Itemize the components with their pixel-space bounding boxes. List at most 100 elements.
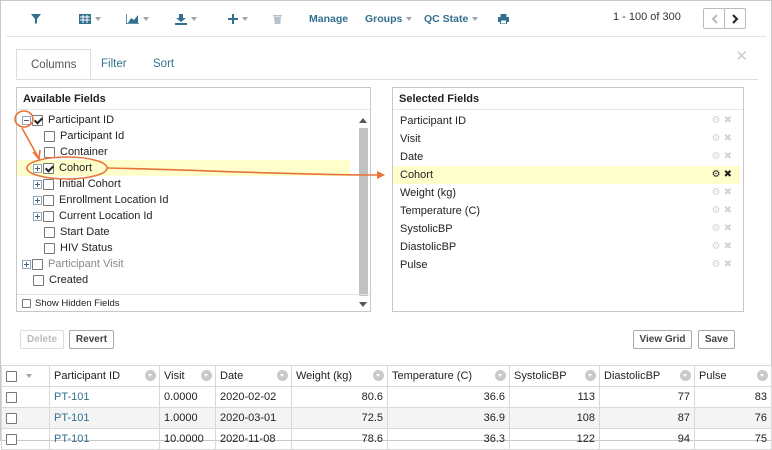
column-header[interactable]: DiastolicBP bbox=[599, 365, 695, 387]
remove-icon[interactable]: ✖ bbox=[724, 115, 732, 126]
selected-field-row[interactable]: Visit ⚙ ✖ bbox=[393, 130, 740, 148]
participant-link[interactable]: PT-101 bbox=[54, 391, 89, 403]
groups-button[interactable]: Groups bbox=[365, 9, 413, 29]
selected-field-row[interactable]: DiastolicBP ⚙ ✖ bbox=[393, 238, 740, 256]
selected-field-row[interactable]: Weight (kg) ⚙ ✖ bbox=[393, 184, 740, 202]
field-checkbox[interactable] bbox=[44, 226, 55, 238]
remove-icon[interactable]: ✖ bbox=[724, 223, 732, 234]
remove-icon[interactable]: ✖ bbox=[724, 169, 732, 180]
filter-icon[interactable] bbox=[31, 9, 41, 29]
column-menu-icon[interactable] bbox=[585, 370, 596, 381]
column-menu-icon[interactable] bbox=[495, 370, 506, 381]
tree-scrollbar[interactable] bbox=[359, 128, 368, 296]
delete-button[interactable]: Delete bbox=[20, 330, 64, 349]
gear-icon[interactable]: ⚙ bbox=[712, 205, 721, 216]
gear-icon[interactable]: ⚙ bbox=[712, 187, 721, 198]
field-checkbox[interactable] bbox=[44, 130, 55, 142]
gear-icon[interactable]: ⚙ bbox=[712, 115, 721, 126]
expand-icon[interactable] bbox=[22, 259, 31, 269]
gear-icon[interactable]: ⚙ bbox=[712, 133, 721, 144]
row-checkbox[interactable] bbox=[6, 433, 17, 445]
expand-icon[interactable] bbox=[33, 179, 42, 189]
tree-node[interactable]: Participant Visit bbox=[17, 256, 350, 272]
gear-icon[interactable]: ⚙ bbox=[712, 151, 721, 162]
field-checkbox[interactable] bbox=[33, 274, 44, 286]
tree-node[interactable]: Created bbox=[17, 272, 350, 288]
row-checkbox[interactable] bbox=[6, 412, 17, 424]
participant-link[interactable]: PT-101 bbox=[54, 433, 89, 445]
print-button[interactable] bbox=[498, 9, 509, 29]
expand-icon[interactable] bbox=[33, 195, 42, 205]
tree-node[interactable]: Current Location Id bbox=[17, 208, 350, 224]
gear-icon[interactable]: ⚙ bbox=[712, 259, 721, 270]
row-checkbox[interactable] bbox=[6, 391, 17, 403]
show-hidden-checkbox[interactable] bbox=[22, 299, 31, 308]
column-header[interactable]: Temperature (C) bbox=[387, 365, 510, 387]
column-header[interactable]: Weight (kg) bbox=[291, 365, 388, 387]
column-header[interactable]: Pulse bbox=[694, 365, 772, 387]
collapse-icon[interactable] bbox=[22, 115, 31, 125]
field-checkbox[interactable] bbox=[43, 178, 54, 190]
save-button[interactable]: Save bbox=[698, 330, 735, 349]
column-menu-icon[interactable] bbox=[680, 370, 691, 381]
field-checkbox[interactable] bbox=[32, 258, 43, 270]
insert-button[interactable] bbox=[228, 9, 248, 29]
close-icon[interactable]: ✕ bbox=[735, 47, 748, 65]
column-menu-icon[interactable] bbox=[145, 370, 156, 381]
column-menu-icon[interactable] bbox=[277, 370, 288, 381]
selected-field-row[interactable]: Participant ID ⚙ ✖ bbox=[393, 112, 740, 130]
field-checkbox[interactable] bbox=[32, 114, 43, 126]
tree-node[interactable]: Container bbox=[17, 144, 350, 160]
scroll-up-icon[interactable] bbox=[359, 118, 367, 123]
column-menu-icon[interactable] bbox=[373, 370, 384, 381]
selected-field-row[interactable]: Temperature (C) ⚙ ✖ bbox=[393, 202, 740, 220]
tree-node[interactable]: Participant ID bbox=[17, 112, 350, 128]
column-header[interactable]: Participant ID bbox=[49, 365, 160, 387]
expand-icon[interactable] bbox=[33, 211, 42, 221]
qc-state-button[interactable]: QC State bbox=[424, 9, 479, 29]
grid-views-button[interactable] bbox=[79, 9, 101, 29]
tab-filter[interactable]: Filter bbox=[101, 49, 127, 79]
selected-field-row[interactable]: Date ⚙ ✖ bbox=[393, 148, 740, 166]
gear-icon[interactable]: ⚙ bbox=[712, 169, 721, 180]
delete-rows-button[interactable] bbox=[273, 9, 282, 29]
column-header[interactable]: Visit bbox=[159, 365, 216, 387]
tree-node[interactable]: Initial Cohort bbox=[17, 176, 350, 192]
remove-icon[interactable]: ✖ bbox=[724, 187, 732, 198]
manage-button[interactable]: Manage bbox=[309, 9, 348, 29]
selected-field-row[interactable]: Cohort ⚙ ✖ bbox=[393, 166, 740, 184]
column-header[interactable]: Date bbox=[215, 365, 292, 387]
column-menu-icon[interactable] bbox=[201, 370, 212, 381]
select-all-checkbox[interactable] bbox=[6, 370, 17, 382]
gear-icon[interactable]: ⚙ bbox=[712, 241, 721, 252]
tab-columns[interactable]: Columns bbox=[16, 49, 92, 79]
tree-node[interactable]: Cohort bbox=[17, 160, 350, 176]
gear-icon[interactable]: ⚙ bbox=[712, 223, 721, 234]
view-grid-button[interactable]: View Grid bbox=[633, 330, 692, 349]
selected-field-row[interactable]: SystolicBP ⚙ ✖ bbox=[393, 220, 740, 238]
tree-node[interactable]: Participant Id bbox=[17, 128, 350, 144]
charts-button[interactable] bbox=[126, 9, 149, 29]
selected-field-row[interactable]: Pulse ⚙ ✖ bbox=[393, 256, 740, 274]
tab-sort[interactable]: Sort bbox=[153, 49, 174, 79]
column-menu-icon[interactable] bbox=[757, 370, 768, 381]
remove-icon[interactable]: ✖ bbox=[724, 205, 732, 216]
field-checkbox[interactable] bbox=[44, 146, 55, 158]
expand-icon[interactable] bbox=[33, 163, 42, 173]
chevron-down-icon[interactable] bbox=[26, 374, 32, 379]
field-checkbox[interactable] bbox=[43, 210, 54, 222]
previous-page-button[interactable] bbox=[703, 8, 725, 29]
revert-button[interactable]: Revert bbox=[69, 330, 114, 349]
tree-node[interactable]: HIV Status bbox=[17, 240, 350, 256]
remove-icon[interactable]: ✖ bbox=[724, 259, 732, 270]
tree-node[interactable]: Enrollment Location Id bbox=[17, 192, 350, 208]
next-page-button[interactable] bbox=[724, 8, 746, 29]
participant-link[interactable]: PT-101 bbox=[54, 412, 89, 424]
remove-icon[interactable]: ✖ bbox=[724, 151, 732, 162]
field-checkbox[interactable] bbox=[43, 194, 54, 206]
select-all-header[interactable] bbox=[1, 365, 50, 387]
export-button[interactable] bbox=[175, 9, 197, 29]
field-checkbox[interactable] bbox=[44, 242, 55, 254]
remove-icon[interactable]: ✖ bbox=[724, 133, 732, 144]
field-checkbox[interactable] bbox=[43, 162, 54, 174]
